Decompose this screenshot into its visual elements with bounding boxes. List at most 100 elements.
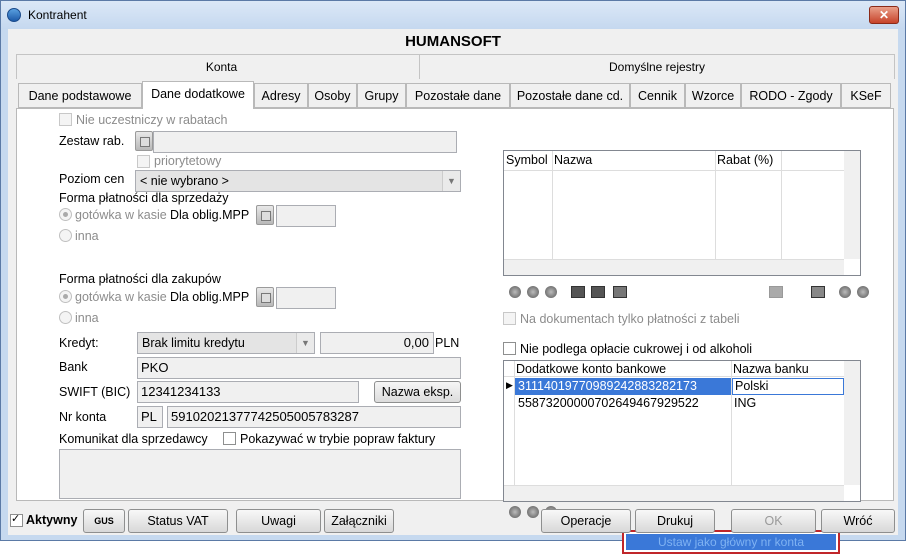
na-dokumentach-label: Na dokumentach tylko płatności z tabeli	[520, 312, 740, 326]
title-bar: Kontrahent ✕	[1, 1, 905, 29]
konto-cell[interactable]: 31114019770989242883282173	[515, 378, 731, 395]
zestaw-rab-label: Zestaw rab.	[59, 134, 125, 148]
table-row[interactable]: ▶ 31114019770989242883282173 Polski	[504, 378, 844, 395]
sprzedaz-gotowka-radio[interactable]	[59, 208, 72, 221]
nie-podlega-label: Nie podlega opłacie cukrowej i od alkoho…	[520, 342, 753, 356]
swift-label: SWIFT (BIC)	[59, 385, 131, 399]
wroc-button[interactable]: Wróć	[821, 509, 895, 533]
rabat-grid[interactable]: Symbol Nazwa Rabat (%)	[503, 150, 861, 276]
tab-grupy[interactable]: Grupy	[357, 83, 406, 108]
sprzedaz-dla-oblig-label: Dla oblig.MPP	[170, 208, 250, 222]
poziom-cen-value: < nie wybrano >	[140, 174, 229, 188]
section-tab-konta[interactable]: Konta	[16, 54, 427, 79]
filter-icon[interactable]	[613, 286, 627, 298]
tab-panel: Nie uczestniczy w rabatach Zestaw rab. p…	[16, 108, 894, 554]
ok-button[interactable]: OK	[731, 509, 816, 533]
chevron-down-icon: ▼	[442, 171, 460, 191]
sprzedaz-inna-radio[interactable]	[59, 229, 72, 242]
aktywny-label: Aktywny	[26, 513, 78, 527]
table-row[interactable]: 55873200000702649467929522 ING	[504, 395, 844, 412]
poziom-cen-label: Poziom cen	[59, 172, 125, 186]
section-tab-rejestry[interactable]: Domyślne rejestry	[419, 54, 895, 79]
uwagi-button[interactable]: Uwagi	[236, 509, 321, 533]
konto-cell[interactable]: 55873200000702649467929522	[518, 396, 699, 410]
tab-wzorce[interactable]: Wzorce	[685, 83, 741, 108]
sprzedaz-mpp-field[interactable]	[276, 205, 336, 227]
nie-uczestniczy-checkbox[interactable]	[59, 113, 72, 126]
konta-col-bank: Nazwa banku	[733, 362, 809, 376]
kraj-field[interactable]: PL	[137, 406, 163, 428]
na-dokumentach-checkbox[interactable]	[503, 312, 516, 325]
sprzedaz-mpp-select-button[interactable]	[256, 205, 274, 225]
tab-dane-dodatkowe[interactable]: Dane dodatkowe	[142, 81, 254, 109]
bank-cell[interactable]: Polski	[732, 378, 844, 395]
remove-icon[interactable]	[545, 286, 557, 298]
zakupy-gotowka-label: gotówka w kasie	[75, 290, 167, 304]
tab-pozostale-dane[interactable]: Pozostałe dane	[406, 83, 510, 108]
zoom-icon[interactable]	[527, 286, 539, 298]
zakupy-dla-oblig-label: Dla oblig.MPP	[170, 290, 250, 304]
zakupy-mpp-select-button[interactable]	[256, 287, 274, 307]
poziom-cen-select[interactable]: < nie wybrano > ▼	[135, 170, 461, 192]
tab-cennik[interactable]: Cennik	[630, 83, 685, 108]
company-title: HUMANSOFT	[405, 33, 501, 50]
priorytetowy-label: priorytetowy	[154, 154, 222, 168]
pokazywac-label: Pokazywać w trybie popraw faktury	[240, 432, 436, 446]
zestaw-rab-select-button[interactable]	[135, 131, 153, 151]
tab-dane-podstawowe[interactable]: Dane podstawowe	[18, 83, 142, 108]
konta-grid[interactable]: Dodatkowe konto bankowe Nazwa banku ▶ 31…	[503, 360, 861, 502]
nav-prev-icon[interactable]	[839, 286, 851, 298]
tab-rodo-zgody[interactable]: RODO - Zgody	[741, 83, 841, 108]
chevron-down-icon: ▼	[296, 333, 314, 353]
print-icon[interactable]	[769, 286, 783, 298]
menu-item-set-main-account[interactable]: Ustaw jako główny nr konta	[626, 534, 836, 550]
grid-icon[interactable]	[571, 286, 585, 298]
kredyt-value: Brak limitu kredytu	[142, 336, 245, 350]
tab-adresy[interactable]: Adresy	[254, 83, 308, 108]
close-button[interactable]: ✕	[869, 6, 899, 24]
tab-ksef[interactable]: KSeF	[841, 83, 891, 108]
gus-button[interactable]: GUS	[83, 509, 125, 533]
status-vat-button[interactable]: Status VAT	[128, 509, 228, 533]
swift-field[interactable]: 12341234133	[137, 381, 359, 403]
tab-pozostale-dane-cd[interactable]: Pozostałe dane cd.	[510, 83, 630, 108]
nazwa-eksp-button[interactable]: Nazwa eksp.	[374, 381, 461, 403]
priorytetowy-checkbox[interactable]	[137, 155, 150, 168]
export-icon[interactable]	[591, 286, 605, 298]
tab-osoby[interactable]: Osoby	[308, 83, 357, 108]
copy-icon[interactable]	[811, 286, 825, 298]
nav-next-icon[interactable]	[857, 286, 869, 298]
drukuj-button[interactable]: Drukuj	[635, 509, 715, 533]
rabat-vertical-scrollbar[interactable]	[844, 151, 860, 259]
zakupy-label: Forma płatności dla zakupów	[59, 272, 221, 286]
kredyt-select[interactable]: Brak limitu kredytu ▼	[137, 332, 315, 354]
zakupy-mpp-field[interactable]	[276, 287, 336, 309]
window-title: Kontrahent	[28, 8, 87, 22]
zalaczniki-button[interactable]: Załączniki	[324, 509, 394, 533]
rabat-horizontal-scrollbar[interactable]	[504, 259, 844, 275]
operacje-button[interactable]: Operacje	[541, 509, 631, 533]
client-area: HUMANSOFT Konta Domyślne rejestry Dane p…	[8, 29, 898, 554]
nr-konta-field[interactable]: 59102021377742505005783287	[167, 406, 461, 428]
pokazywac-checkbox[interactable]	[223, 432, 236, 445]
check-icon: ✓	[11, 513, 21, 525]
footer-bar: ✓ Aktywny GUS Status VAT Uwagi Załącznik…	[8, 505, 898, 535]
zakupy-inna-radio[interactable]	[59, 311, 72, 324]
nr-konta-label: Nr konta	[59, 410, 107, 424]
konta-horizontal-scrollbar[interactable]	[504, 485, 844, 501]
sprzedaz-inna-label: inna	[75, 229, 99, 243]
add-icon[interactable]	[509, 286, 521, 298]
bank-field[interactable]: PKO	[137, 357, 461, 379]
zestaw-rab-field[interactable]	[153, 131, 457, 153]
zakupy-gotowka-radio[interactable]	[59, 290, 72, 303]
kredyt-kwota-field[interactable]: 0,00	[320, 332, 434, 354]
row-pointer-icon: ▶	[506, 380, 513, 390]
kredyt-label: Kredyt:	[59, 336, 99, 350]
aktywny-checkbox[interactable]: ✓	[10, 513, 23, 527]
konta-vertical-scrollbar[interactable]	[844, 361, 860, 485]
komunikat-textarea[interactable]	[59, 449, 461, 499]
konta-col-konto: Dodatkowe konto bankowe	[516, 362, 667, 376]
bank-cell[interactable]: ING	[734, 396, 756, 410]
zakupy-inna-label: inna	[75, 311, 99, 325]
nie-podlega-checkbox[interactable]	[503, 342, 516, 355]
